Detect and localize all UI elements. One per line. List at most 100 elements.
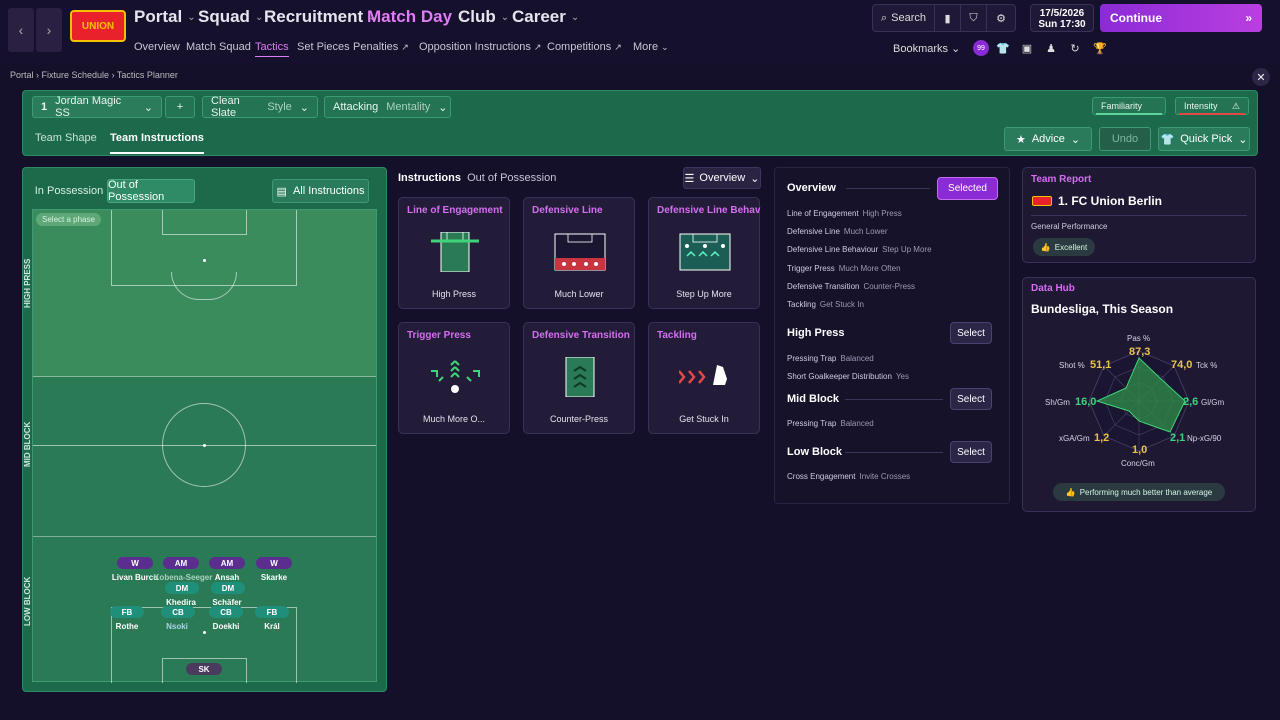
selected-button[interactable]: Selected	[937, 177, 998, 200]
player-name[interactable]: Skarke	[261, 573, 287, 582]
tactics-board-icon[interactable]: ▣	[1020, 42, 1034, 56]
instructions-subtitle: Out of Possession	[467, 172, 557, 184]
player-badge-fb-right[interactable]: FB	[255, 606, 289, 618]
card-defensive-line[interactable]: Defensive Line Much Lower	[523, 197, 635, 309]
quick-pick-button[interactable]: 👕 Quick Pick ⌄	[1158, 127, 1250, 151]
notification-badge[interactable]: 99	[973, 40, 989, 56]
player-badge-fb-left[interactable]: FB	[110, 606, 144, 618]
overview-item: Tackling Get Stuck In	[787, 300, 864, 309]
player-name[interactable]: Nsoki	[166, 622, 188, 631]
player-badge-dm-right[interactable]: DM	[211, 582, 245, 594]
forward-button[interactable]: ›	[36, 8, 62, 52]
refresh-icon[interactable]: ↻	[1068, 42, 1082, 56]
subnav-penalties[interactable]: Penalties ↗	[353, 41, 409, 53]
shield-icon: ⛉	[969, 11, 978, 24]
crumb-portal[interactable]: Portal	[10, 70, 34, 80]
menu-recruitment[interactable]: Recruitment ⌄	[264, 7, 377, 27]
player-name[interactable]: Král	[264, 622, 280, 631]
close-button[interactable]: ✕	[1252, 68, 1270, 86]
zone-label-high-press: HIGH PRESS	[23, 258, 32, 308]
player-name[interactable]: Rothe	[116, 622, 139, 631]
player-badge-am-right[interactable]: AM	[209, 557, 245, 569]
line-behaviour-icon	[679, 233, 731, 271]
card-defensive-transition[interactable]: Defensive Transition Counter-Press	[523, 322, 635, 434]
search-button[interactable]: ⌕ Search	[873, 5, 935, 31]
tactic-select[interactable]: 1 Jordan Magic SS ⌄	[32, 95, 162, 119]
day-time-text: Sun 17:30	[1038, 19, 1086, 30]
bookmarks-dropdown[interactable]: Bookmarks ⌄	[893, 42, 960, 55]
chevron-right-icon: ›	[46, 22, 52, 38]
menu-squad[interactable]: Squad ⌄	[198, 7, 263, 27]
player-badge-dm-left[interactable]: DM	[165, 582, 199, 594]
select-phase-chip[interactable]: Select a phase	[36, 213, 101, 226]
tab-team-shape[interactable]: Team Shape	[35, 132, 97, 144]
club-crest-text: UNION	[81, 20, 115, 32]
player-badge-sk[interactable]: SK	[186, 663, 222, 675]
bookmarks-label: Bookmarks	[893, 43, 949, 55]
player-name-overlap[interactable]: Kobena-Seeger	[154, 573, 213, 582]
view-dropdown[interactable]: ☰ Overview ⌄	[683, 167, 761, 189]
undo-button[interactable]: Undo	[1099, 127, 1151, 151]
card-value: Much Lower	[554, 289, 604, 299]
mentality-value: Attacking	[333, 101, 379, 113]
subnav-competitions[interactable]: Competitions ↗	[547, 41, 622, 53]
add-tactic-button[interactable]: +	[165, 96, 195, 118]
player-name[interactable]: Ansah	[215, 573, 239, 582]
menu-match-day[interactable]: Match Day ⌄	[367, 7, 465, 27]
player-badge-w-right[interactable]: W	[256, 557, 292, 569]
out-of-possession-toggle[interactable]: Out of Possession	[107, 179, 195, 203]
card-trigger-press[interactable]: Trigger Press Much More O...	[398, 322, 510, 434]
tactic-name: Jordan Magic SS	[55, 95, 122, 119]
player-badge-w-left[interactable]: W	[117, 557, 153, 569]
card-line-of-engagement[interactable]: Line of Engagement High Press	[398, 197, 510, 309]
overview-item: Cross Engagement Invite Crosses	[787, 472, 911, 481]
tab-team-instructions[interactable]: Team Instructions	[110, 132, 204, 154]
shirt-icon: 👕	[1160, 133, 1175, 146]
date-display[interactable]: 17/5/2026 Sun 17:30	[1030, 4, 1094, 32]
player-badge-cb-left[interactable]: CB	[161, 606, 195, 618]
menu-portal[interactable]: Portal ⌄	[134, 7, 196, 27]
mentality-select[interactable]: Attacking Mentality ⌄	[324, 96, 451, 118]
tackling-icon	[679, 365, 727, 385]
subnav-overview[interactable]: Overview	[134, 41, 180, 53]
subnav-match-squad[interactable]: Match Squad	[186, 41, 251, 53]
data-hub-subtitle: Bundesliga, This Season	[1031, 302, 1174, 316]
style-select[interactable]: Clean Slate Style ⌄	[202, 95, 318, 119]
menu-label: Club	[458, 7, 496, 26]
card-defensive-line-behaviour[interactable]: Defensive Line Behaviour Step Up More	[648, 197, 761, 309]
subnav-tactics[interactable]: Tactics	[255, 41, 289, 57]
intensity-bar	[1179, 113, 1245, 115]
metric-label: Tck %	[1196, 361, 1218, 370]
select-low-block-button[interactable]: Select	[950, 441, 992, 463]
trophy-icon[interactable]: 🏆	[1093, 42, 1107, 56]
settings-button[interactable]: ⚙	[987, 5, 1015, 31]
all-instructions-button[interactable]: ▤ All Instructions	[272, 179, 369, 203]
advice-button[interactable]: ★ Advice ⌄	[1004, 127, 1092, 151]
menu-career[interactable]: Career ⌄	[512, 7, 579, 27]
player-badge-am-left[interactable]: AM	[163, 557, 199, 569]
player-name[interactable]: Doekhi	[213, 622, 240, 631]
select-mid-block-button[interactable]: Select	[950, 388, 992, 410]
tactic-number: 1	[41, 101, 48, 113]
select-high-press-button[interactable]: Select	[950, 322, 992, 344]
club-crest[interactable]: UNION	[70, 10, 126, 42]
subnav-opposition-instructions[interactable]: Opposition Instructions ↗	[419, 41, 541, 53]
kit-icon[interactable]: 👕	[996, 42, 1010, 56]
continue-button[interactable]: Continue »	[1100, 4, 1262, 32]
chevron-down-icon: ⌄	[254, 11, 264, 23]
menu-club[interactable]: Club ⌄	[458, 7, 509, 27]
card-tackling[interactable]: Tackling Get Stuck In	[648, 322, 760, 434]
subnav-more[interactable]: More ⌄	[633, 41, 669, 53]
card-title: Defensive Line Behaviour	[657, 205, 761, 216]
player-name[interactable]: Livan Burcu	[112, 573, 158, 582]
back-button[interactable]: ‹	[8, 8, 34, 52]
crumb-fixture-schedule[interactable]: Fixture Schedule	[42, 70, 110, 80]
in-possession-toggle[interactable]: In Possession	[34, 179, 104, 203]
card-value: High Press	[431, 289, 476, 299]
crest-button[interactable]: ⛉	[961, 5, 987, 31]
player-badge-cb-right[interactable]: CB	[209, 606, 243, 618]
person-icon[interactable]: ♟	[1044, 42, 1058, 56]
bookmark-button[interactable]: ▮	[935, 5, 961, 31]
chevron-down-icon: ⌄	[500, 11, 510, 23]
subnav-set-pieces[interactable]: Set Pieces	[297, 41, 350, 53]
